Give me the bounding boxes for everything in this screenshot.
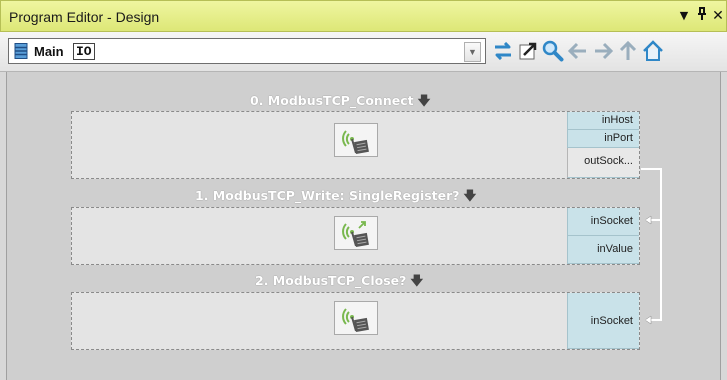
swap-button[interactable] xyxy=(492,40,514,62)
open-external-button[interactable] xyxy=(517,40,539,62)
back-button[interactable] xyxy=(567,40,589,62)
link-arrowhead-2 xyxy=(644,315,652,325)
up-button[interactable] xyxy=(617,40,639,62)
close-window-button[interactable]: ✕ xyxy=(710,7,726,25)
up-arrow-icon xyxy=(619,41,637,60)
socket-link-to-write[interactable] xyxy=(641,168,662,221)
back-arrow-icon xyxy=(568,42,586,60)
search-button[interactable] xyxy=(542,40,564,62)
program-selector-dropdown-button[interactable]: ▼ xyxy=(464,42,481,62)
search-icon xyxy=(542,40,564,62)
open-external-icon xyxy=(519,42,537,60)
home-button[interactable] xyxy=(642,40,664,62)
design-canvas[interactable]: 0. ModbusTCP_Connect 🡇 inHost inPort outS… xyxy=(6,72,721,380)
link-arrowhead-1 xyxy=(644,215,652,225)
home-icon xyxy=(643,40,663,61)
socket-link-to-close[interactable] xyxy=(645,220,662,321)
io-tag: IO xyxy=(73,43,95,60)
pin-connections xyxy=(641,168,662,325)
program-list-icon xyxy=(14,43,28,59)
window-title: Program Editor - Design xyxy=(9,9,160,25)
swap-icon xyxy=(495,42,511,60)
pin-window-button[interactable] xyxy=(694,7,710,25)
program-name: Main xyxy=(34,44,64,59)
program-selector[interactable]: Main IO xyxy=(8,38,486,64)
forward-arrow-icon xyxy=(595,42,613,60)
navigation-toolbar: Main IO ▼ xyxy=(0,32,727,72)
forward-button[interactable] xyxy=(592,40,614,62)
window-menu-dropdown-button[interactable]: ▼ xyxy=(676,7,692,25)
editor-title-bar: Program Editor - Design ▼ ✕ xyxy=(0,0,727,32)
pin-icon xyxy=(698,7,706,20)
